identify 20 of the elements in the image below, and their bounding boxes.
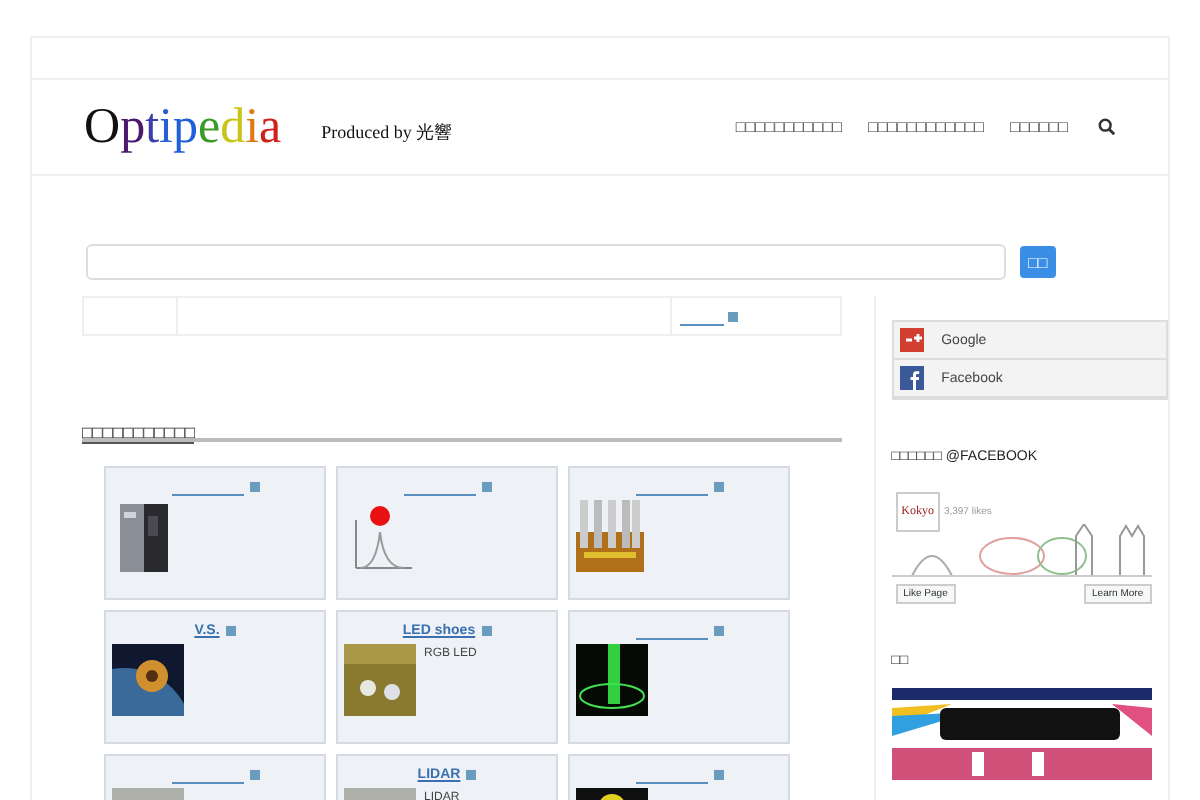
nav-link[interactable]: □□□□□□□□□□□□ — [868, 118, 984, 136]
external-link-icon — [481, 481, 491, 491]
external-link-icon — [249, 481, 259, 491]
search-icon[interactable] — [1098, 118, 1116, 136]
facebook-icon — [899, 366, 924, 390]
nav-link[interactable]: □□□□□□ — [1010, 118, 1068, 136]
external-link-icon — [225, 625, 236, 635]
external-link-icon — [713, 481, 723, 491]
google-plus-icon — [899, 328, 924, 352]
site-logo[interactable]: Optipedia — [84, 99, 282, 155]
external-link-icon — [728, 311, 738, 321]
external-link-icon — [713, 625, 723, 635]
external-link-icon — [713, 769, 723, 779]
site-tagline: Produced by 光響 — [321, 120, 453, 146]
nav-link[interactable]: □□□□□□□□□□□ — [735, 118, 843, 136]
external-link-icon — [481, 625, 492, 635]
search-field[interactable] — [86, 244, 1006, 280]
section-heading: □□□□□□□□□□□ — [82, 422, 195, 444]
external-link-icon — [466, 769, 477, 779]
external-link-icon — [249, 769, 259, 779]
